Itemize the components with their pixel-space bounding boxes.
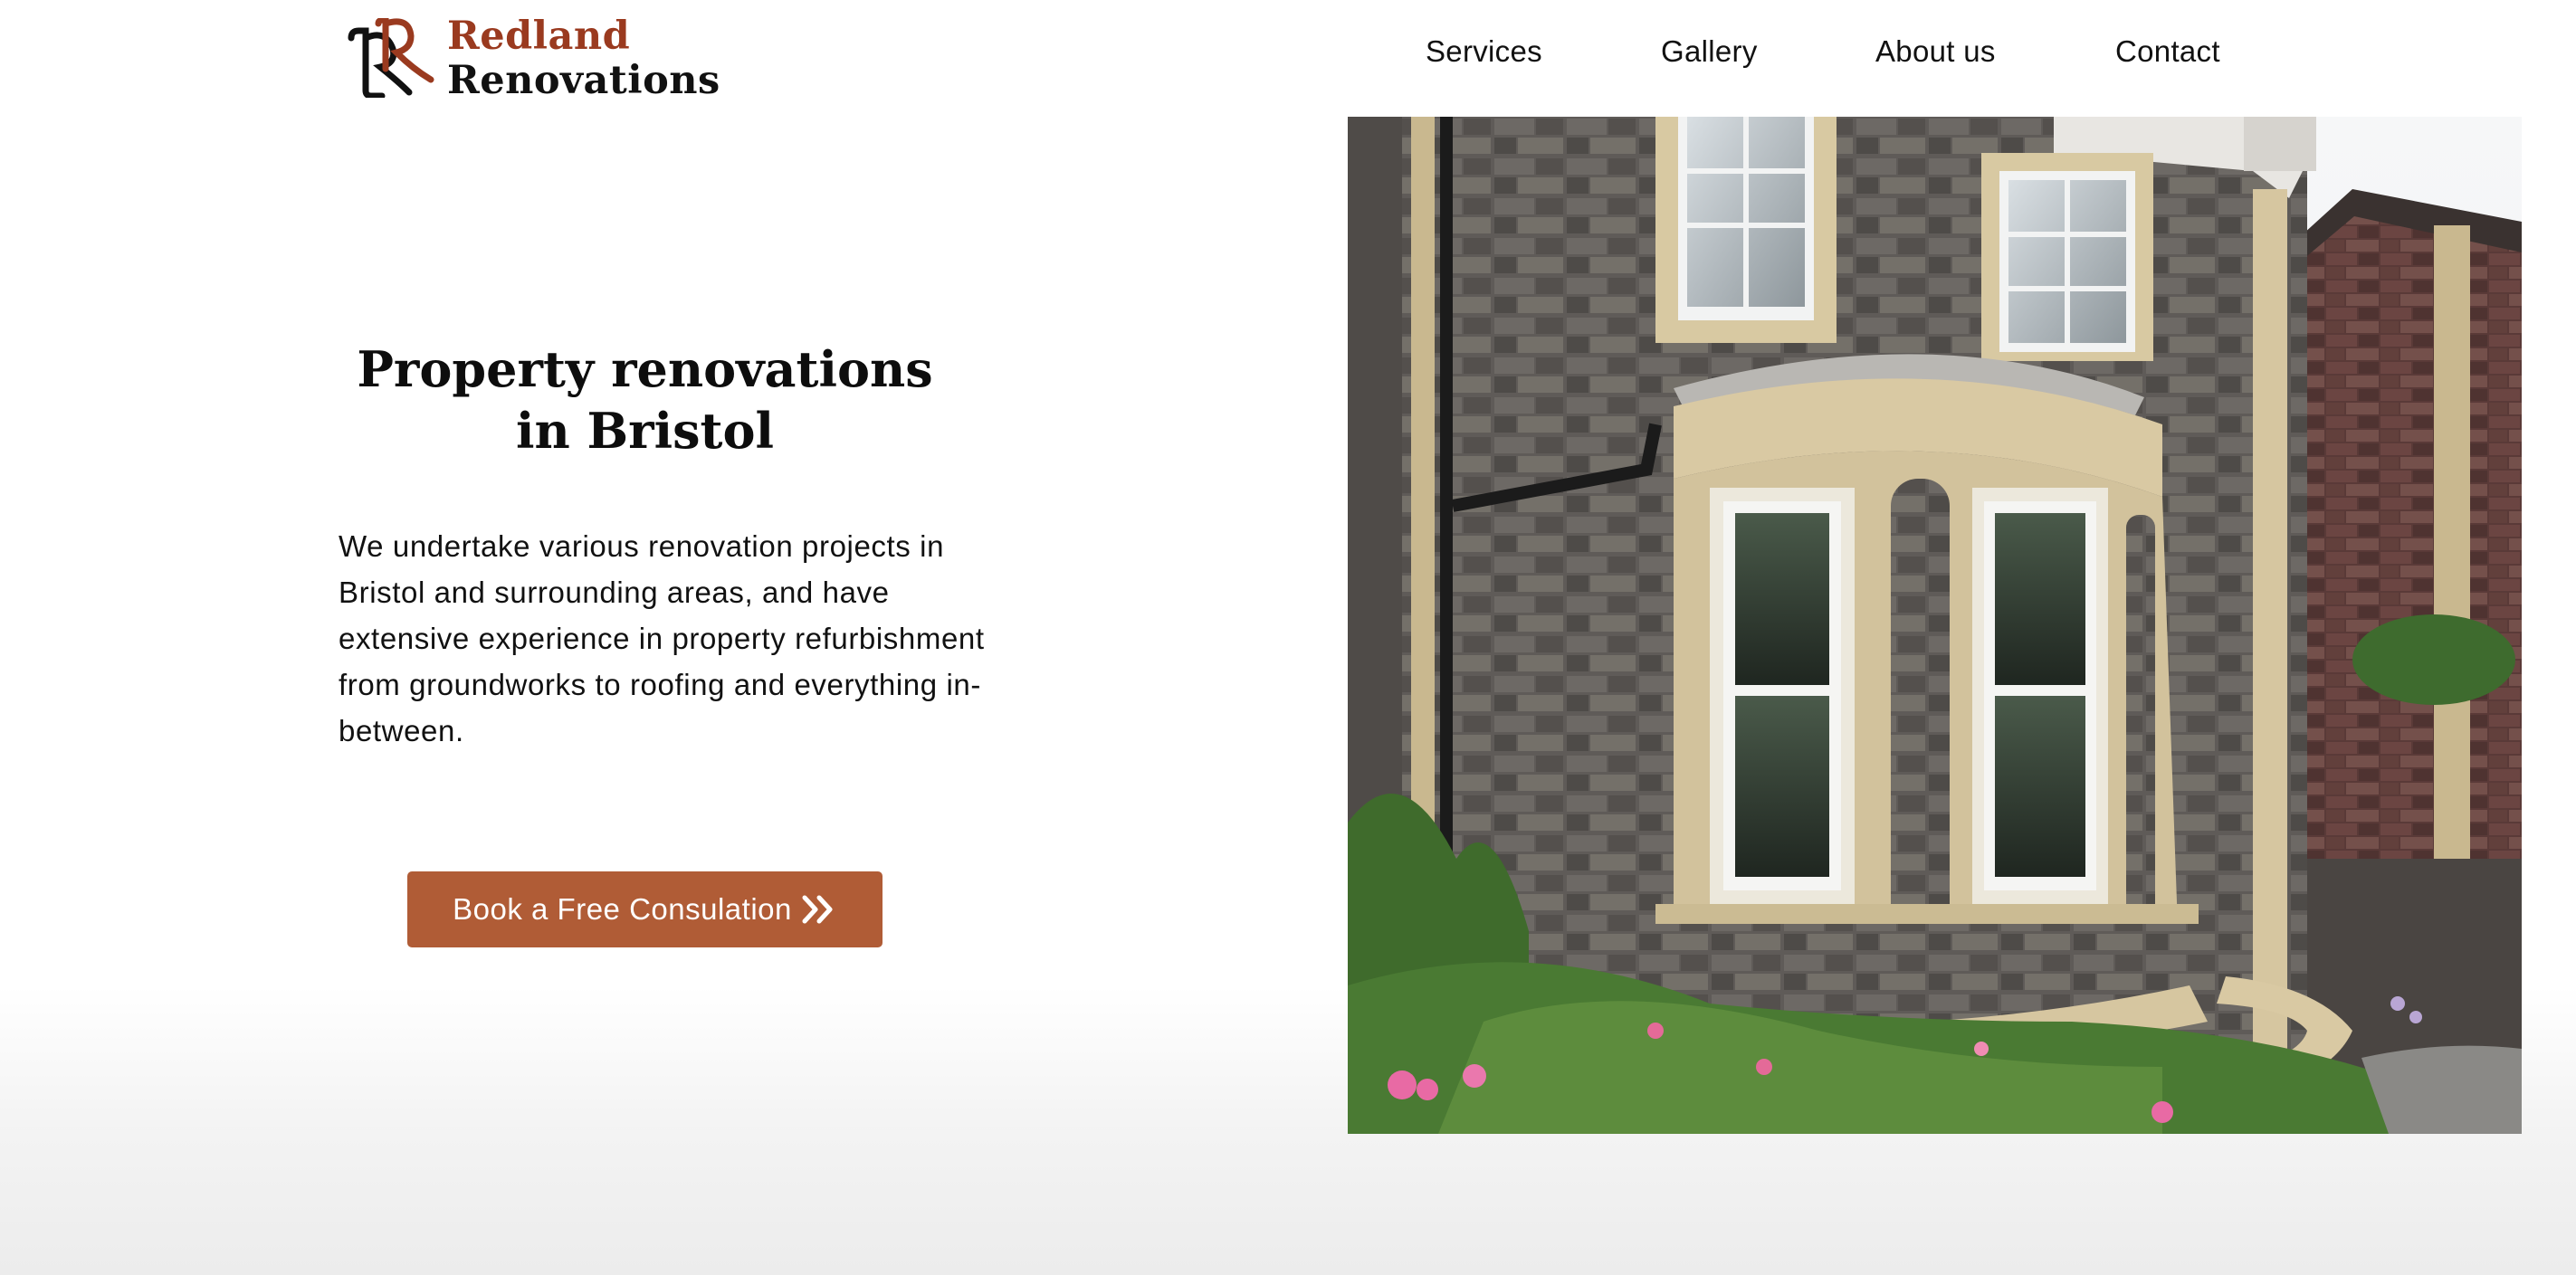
nav-item-services[interactable]: Services: [1426, 34, 1542, 69]
brand-logo[interactable]: Redland Renovations: [346, 14, 720, 100]
nav-item-contact[interactable]: Contact: [2115, 34, 2220, 69]
rr-monogram-icon: [348, 18, 434, 98]
house-photo: [1348, 117, 2522, 1134]
hero-title: Property renovations in Bristol: [299, 338, 991, 461]
hero-title-line1: Property renovations: [357, 340, 933, 398]
brand-name-line1: Redland: [447, 14, 631, 59]
double-chevron-right-icon: [802, 895, 833, 924]
hero-title-line2: in Bristol: [515, 402, 775, 460]
book-consultation-button[interactable]: Book a Free Consulation: [407, 871, 883, 947]
book-consultation-label: Book a Free Consulation: [453, 892, 792, 926]
hero-description: We undertake various renovation projects…: [339, 529, 985, 747]
nav-item-gallery[interactable]: Gallery: [1661, 34, 1758, 69]
brand-wordmark: Redland Renovations: [447, 14, 720, 100]
nav-item-about-us[interactable]: About us: [1875, 34, 1996, 69]
brand-name-line2: Renovations: [447, 58, 720, 103]
